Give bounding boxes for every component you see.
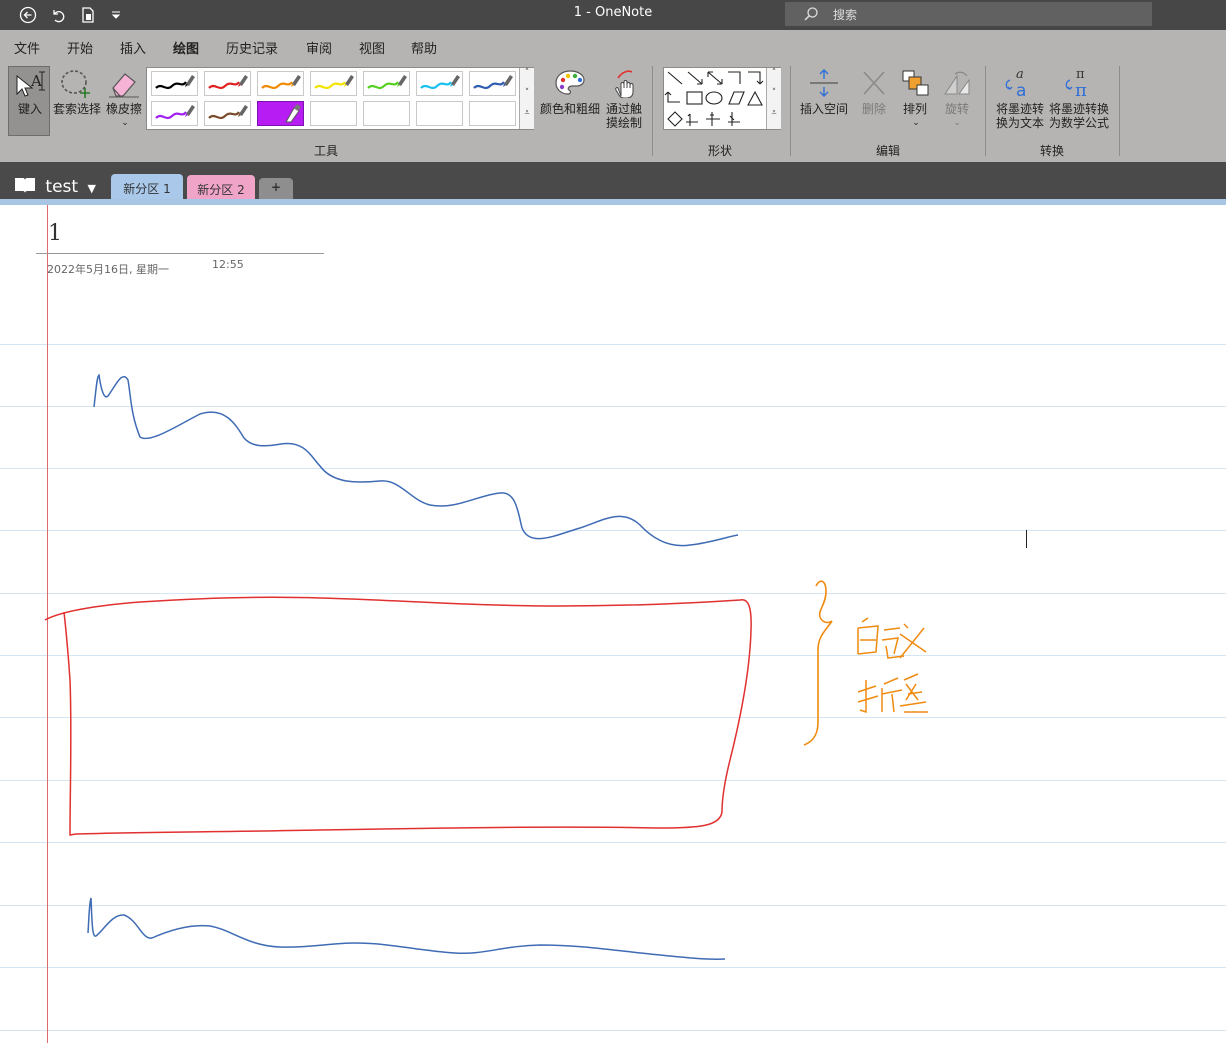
- rotate-label[interactable]: 旋转: [937, 102, 977, 116]
- group-label-edit: 编辑: [876, 144, 901, 158]
- shape-more-icon[interactable]: ⩡: [766, 108, 781, 129]
- ink-to-math-label-2[interactable]: 为数学公式: [1046, 116, 1112, 130]
- group-separator: [652, 66, 653, 156]
- menu-home[interactable]: 开始: [67, 38, 93, 57]
- group-separator: [790, 66, 791, 156]
- touch-draw-label[interactable]: 通过触: [602, 102, 646, 116]
- shapes-icon-grid[interactable]: [664, 68, 768, 129]
- pen-blue[interactable]: [469, 71, 516, 96]
- menu-history[interactable]: 历史记录: [226, 38, 278, 57]
- pen-empty-slot[interactable]: [310, 101, 357, 126]
- menu-insert[interactable]: 插入: [120, 38, 146, 57]
- insert-space-icon: [806, 68, 842, 101]
- gallery-more-icon[interactable]: ⩡: [519, 108, 534, 129]
- pen-gallery: ˄ ˅ ⩡: [146, 67, 534, 130]
- section-tab-2[interactable]: 新分区 2: [187, 175, 255, 199]
- rotate-icon: [940, 68, 976, 101]
- title-bar: 1 - OneNote 搜索: [0, 0, 1226, 30]
- group-label-convert: 转换: [1040, 144, 1065, 158]
- group-label-tools: 工具: [314, 144, 339, 158]
- pen-green[interactable]: [363, 71, 410, 96]
- pen-empty-slot[interactable]: [416, 101, 463, 126]
- lasso-select-icon: [58, 68, 94, 103]
- color-thickness-label[interactable]: 颜色和粗细: [538, 102, 602, 116]
- page-canvas[interactable]: 1 2022年5月16日, 星期一 12:55: [0, 205, 1226, 1043]
- pen-cyan[interactable]: [416, 71, 463, 96]
- type-cursor-icon: A: [12, 68, 48, 101]
- pen-red[interactable]: [204, 71, 251, 96]
- group-separator: [1119, 66, 1120, 156]
- svg-text:a: a: [1016, 67, 1024, 82]
- shape-gallery: ˄ ˅ ⩡: [663, 67, 781, 130]
- menu-draw[interactable]: 绘图: [173, 38, 200, 62]
- type-label: 键入: [17, 102, 42, 116]
- gallery-scroll-up-icon[interactable]: ˄: [519, 68, 534, 88]
- ink-to-text-label-2[interactable]: 换为文本: [992, 116, 1048, 130]
- notebook-icon: [14, 177, 41, 197]
- eraser-dropdown-icon[interactable]: ⌄: [118, 116, 132, 130]
- arrange-dropdown-icon[interactable]: ⌄: [909, 116, 923, 130]
- pen-orange[interactable]: [257, 71, 304, 96]
- menu-help[interactable]: 帮助: [411, 38, 437, 57]
- ink-blue-wave-top[interactable]: [93, 373, 739, 547]
- chevron-down-icon: ▼: [87, 182, 96, 195]
- menu-file[interactable]: 文件: [14, 38, 40, 57]
- ribbon: A 键入 套索选择 橡皮擦 ⌄ ˄ ˅ ⩡ 颜色和粗细 通过触 摸绘制 ˄ ˅ …: [0, 60, 1226, 163]
- eraser-icon: [106, 68, 142, 101]
- delete-label[interactable]: 删除: [854, 102, 894, 116]
- pen-brown[interactable]: [204, 101, 251, 126]
- section-tab-1[interactable]: 新分区 1: [111, 174, 183, 199]
- shape-scroll-down-icon[interactable]: ˅: [766, 88, 781, 108]
- menu-review[interactable]: 审阅: [306, 38, 332, 57]
- lasso-select-label[interactable]: 套索选择: [50, 102, 104, 116]
- group-label-shapes: 形状: [708, 144, 733, 158]
- rotate-dropdown-icon[interactable]: ⌄: [950, 116, 964, 130]
- section-tab-bar: test ▼ 新分区 1 新分区 2 +: [0, 162, 1226, 200]
- ink-to-text-icon: aa: [1001, 66, 1037, 101]
- arrange-icon: [897, 68, 933, 101]
- highlighter-purple[interactable]: [257, 101, 304, 126]
- gallery-scroll-down-icon[interactable]: ˅: [519, 88, 534, 108]
- insert-space-label[interactable]: 插入空间: [797, 102, 851, 116]
- search-icon: [803, 6, 819, 25]
- pen-empty-slot[interactable]: [363, 101, 410, 126]
- group-separator: [985, 66, 986, 156]
- shape-scroll-up-icon[interactable]: ˄: [766, 68, 781, 88]
- pen-black[interactable]: [151, 71, 198, 96]
- ink-blue-wave-bottom[interactable]: [87, 897, 726, 960]
- search-input[interactable]: 搜索: [833, 6, 857, 23]
- ink-red-rectangle[interactable]: [44, 596, 752, 836]
- eraser-label[interactable]: 橡皮擦: [103, 102, 145, 116]
- ink-to-math-icon: ππ: [1061, 66, 1097, 101]
- pen-empty-slot[interactable]: [469, 101, 516, 126]
- ink-to-math-label[interactable]: 将墨迹转换: [1046, 102, 1112, 116]
- touch-draw-icon: [607, 68, 643, 101]
- svg-text:π: π: [1075, 80, 1087, 98]
- touch-draw-label-2[interactable]: 摸绘制: [602, 116, 646, 130]
- notebook-selector[interactable]: test ▼: [14, 176, 96, 197]
- add-section-button[interactable]: +: [259, 178, 293, 199]
- ink-orange-handwriting[interactable]: [857, 617, 928, 714]
- notebook-name: test: [45, 177, 79, 197]
- delete-icon: [856, 68, 892, 101]
- svg-text:a: a: [1016, 81, 1026, 98]
- pen-purple[interactable]: [151, 101, 198, 126]
- palette-icon: [552, 68, 588, 101]
- ink-to-text-label[interactable]: 将墨迹转: [992, 102, 1048, 116]
- svg-text:A: A: [30, 72, 42, 90]
- menu-bar: 文件 开始 插入 绘图 历史记录 审阅 视图 帮助: [0, 30, 1226, 62]
- arrange-label[interactable]: 排列: [895, 102, 935, 116]
- menu-view[interactable]: 视图: [359, 38, 385, 57]
- pen-yellow[interactable]: [310, 71, 357, 96]
- ink-orange-brace[interactable]: [803, 580, 833, 746]
- search-box[interactable]: 搜索: [785, 2, 1152, 26]
